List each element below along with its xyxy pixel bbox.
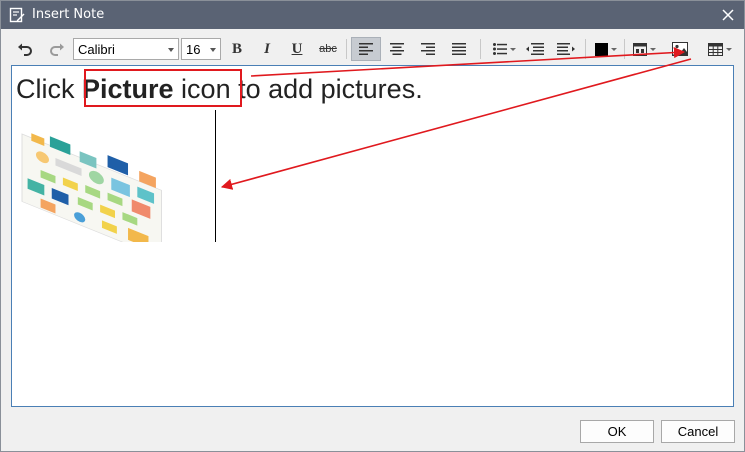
close-button[interactable] (712, 1, 744, 29)
underline-button[interactable]: U (285, 37, 309, 61)
insert-table-button[interactable] (704, 37, 736, 61)
color-swatch-icon (595, 42, 608, 56)
align-center-button[interactable] (384, 37, 410, 61)
formatting-toolbar: Calibri 16 B I U abc (1, 33, 744, 65)
italic-icon: I (264, 40, 270, 57)
ok-button[interactable]: OK (580, 420, 654, 443)
redo-icon (50, 43, 64, 56)
strikethrough-button[interactable]: abc (315, 37, 341, 61)
chevron-down-icon (611, 47, 617, 51)
text-background-icon (632, 42, 647, 56)
chevron-down-icon (509, 47, 516, 51)
picture-icon (672, 42, 688, 56)
bold-icon: B (231, 40, 242, 57)
align-left-icon (359, 43, 373, 55)
decrease-indent-button[interactable] (523, 37, 547, 61)
bullet-list-button[interactable] (489, 37, 519, 61)
insert-note-dialog: Insert Note Calibri 16 B I U abc Click P… (0, 0, 745, 452)
chevron-down-icon (210, 48, 216, 52)
toolbar-divider (585, 39, 586, 59)
inserted-picture (21, 133, 162, 242)
align-right-icon (421, 43, 435, 55)
undo-icon (18, 43, 32, 56)
increase-indent-button[interactable] (553, 37, 579, 61)
font-size-select[interactable]: 16 (181, 38, 221, 60)
chevron-down-icon (649, 47, 656, 51)
chevron-down-icon (168, 48, 174, 52)
align-justify-icon (452, 43, 466, 55)
table-icon (708, 42, 723, 56)
cancel-button[interactable]: Cancel (661, 420, 735, 443)
bold-button[interactable]: B (225, 37, 249, 61)
dialog-title: Insert Note (32, 7, 105, 22)
bullet-list-icon (492, 43, 507, 55)
toolbar-divider (480, 39, 481, 59)
align-left-button[interactable] (351, 37, 381, 61)
chevron-down-icon (726, 47, 732, 51)
font-color-button[interactable] (591, 37, 621, 61)
justify-button[interactable] (446, 37, 472, 61)
note-edit-icon (9, 7, 25, 23)
outdent-icon (526, 43, 544, 55)
undo-button[interactable] (13, 37, 37, 61)
indent-icon (557, 43, 575, 55)
font-size-value: 16 (186, 42, 201, 57)
align-right-button[interactable] (415, 37, 441, 61)
text-cursor (215, 110, 216, 242)
strikethrough-icon: abc (319, 43, 337, 55)
note-text-before: Click (16, 74, 82, 104)
font-family-select[interactable]: Calibri (73, 38, 179, 60)
underline-icon: U (291, 40, 303, 57)
toolbar-divider (346, 39, 347, 59)
italic-button[interactable]: I (255, 37, 279, 61)
redo-button[interactable] (45, 37, 69, 61)
title-bar: Insert Note (1, 1, 744, 29)
note-editor[interactable]: Click Picture icon to add pictures. (11, 65, 734, 407)
font-family-value: Calibri (78, 42, 115, 57)
close-icon (722, 9, 734, 21)
toolbar-divider (624, 39, 625, 59)
align-center-icon (390, 43, 404, 55)
background-style-button[interactable] (629, 37, 659, 61)
insert-picture-button[interactable] (667, 37, 693, 61)
annotation-highlight-box (84, 69, 242, 107)
